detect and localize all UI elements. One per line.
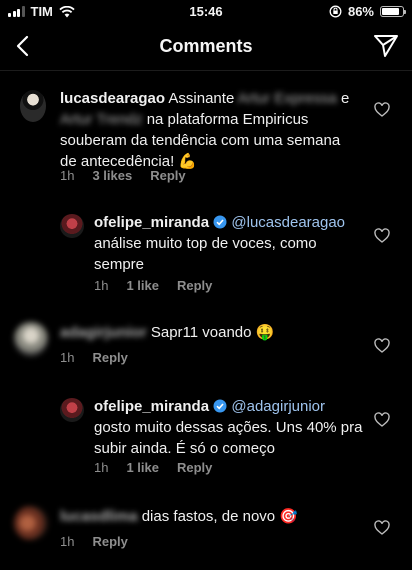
comment-item: adagirjunior Sapr11 voando 🤑 1h Reply — [0, 320, 412, 370]
heart-icon[interactable] — [374, 102, 390, 118]
avatar[interactable] — [14, 506, 48, 540]
mention-link[interactable]: @lucasdearagao — [231, 214, 345, 231]
comment-body: gosto muito dessas ações. Uns 40% pra su… — [94, 419, 363, 457]
send-direct-icon[interactable] — [372, 32, 400, 60]
comment-time: 1h — [60, 534, 75, 549]
comment-meta: 1h Reply — [60, 534, 128, 549]
comment-text: lucasdearagao Assinante Artur Expressa e… — [60, 88, 360, 172]
orientation-lock-icon — [329, 5, 342, 18]
comment-time: 1h — [94, 460, 109, 475]
comment-username[interactable]: ofelipe_miranda — [94, 214, 209, 231]
battery-icon — [380, 6, 406, 17]
page-title: Comments — [159, 36, 253, 56]
comment-username[interactable]: adagirjunior — [60, 324, 147, 341]
mention-link[interactable]: @adagirjunior — [231, 398, 325, 415]
avatar[interactable] — [60, 214, 84, 238]
reply-button[interactable]: Reply — [92, 534, 127, 549]
comment-username[interactable]: ofelipe_miranda — [94, 398, 209, 415]
comment-username[interactable]: lucasdlima — [60, 508, 138, 525]
comment-body: Assinante — [168, 90, 235, 107]
avatar[interactable] — [60, 398, 84, 422]
heart-icon[interactable] — [374, 412, 390, 428]
comment-time: 1h — [60, 168, 75, 183]
reply-item: ofelipe_miranda @lucasdearagao análise m… — [0, 212, 412, 293]
blurred-name: Artur Trendz — [60, 111, 143, 128]
heart-icon[interactable] — [374, 338, 390, 354]
comment-body: dias fastos, de novo 🎯 — [141, 508, 298, 525]
comment-meta: 1h 3 likes Reply — [60, 168, 186, 183]
comment-text: ofelipe_miranda @adagirjunior gosto muit… — [94, 396, 364, 459]
heart-icon[interactable] — [374, 520, 390, 536]
comment-item: lucasdearagao Assinante Artur Expressa e… — [0, 86, 412, 186]
comment-body: Sapr11 voando 🤑 — [150, 324, 275, 341]
verified-badge-icon — [213, 215, 227, 229]
reply-button[interactable]: Reply — [177, 278, 212, 293]
reply-button[interactable]: Reply — [177, 460, 212, 475]
likes-count[interactable]: 3 likes — [92, 168, 132, 183]
comment-body: análise muito top de voces, como sempre — [94, 235, 317, 273]
comment-username[interactable]: lucasdearagao — [60, 90, 165, 107]
blurred-name: Artur Expressa — [237, 90, 337, 107]
reply-item: ofelipe_miranda @adagirjunior gosto muit… — [0, 396, 412, 476]
comment-body: e — [341, 90, 350, 107]
comment-time: 1h — [94, 278, 109, 293]
nav-header: Comments — [0, 24, 412, 68]
comment-text: ofelipe_miranda @lucasdearagao análise m… — [94, 212, 364, 275]
header-divider — [0, 70, 412, 71]
likes-count[interactable]: 1 like — [126, 460, 159, 475]
status-bar: TIM 15:46 86% — [0, 0, 412, 22]
comment-item: lucasdlima dias fastos, de novo 🎯 1h Rep… — [0, 504, 412, 554]
comment-meta: 1h 1 like Reply — [94, 460, 212, 475]
comment-text: lucasdlima dias fastos, de novo 🎯 — [60, 506, 360, 527]
comment-meta: 1h Reply — [60, 350, 128, 365]
likes-count[interactable]: 1 like — [126, 278, 159, 293]
avatar[interactable] — [20, 90, 46, 122]
verified-badge-icon — [213, 399, 227, 413]
comment-meta: 1h 1 like Reply — [94, 278, 212, 293]
battery-percent: 86% — [347, 4, 374, 19]
reply-button[interactable]: Reply — [92, 350, 127, 365]
reply-button[interactable]: Reply — [150, 168, 185, 183]
heart-icon[interactable] — [374, 228, 390, 244]
comment-time: 1h — [60, 350, 75, 365]
comment-text: adagirjunior Sapr11 voando 🤑 — [60, 322, 360, 343]
avatar[interactable] — [14, 322, 48, 356]
